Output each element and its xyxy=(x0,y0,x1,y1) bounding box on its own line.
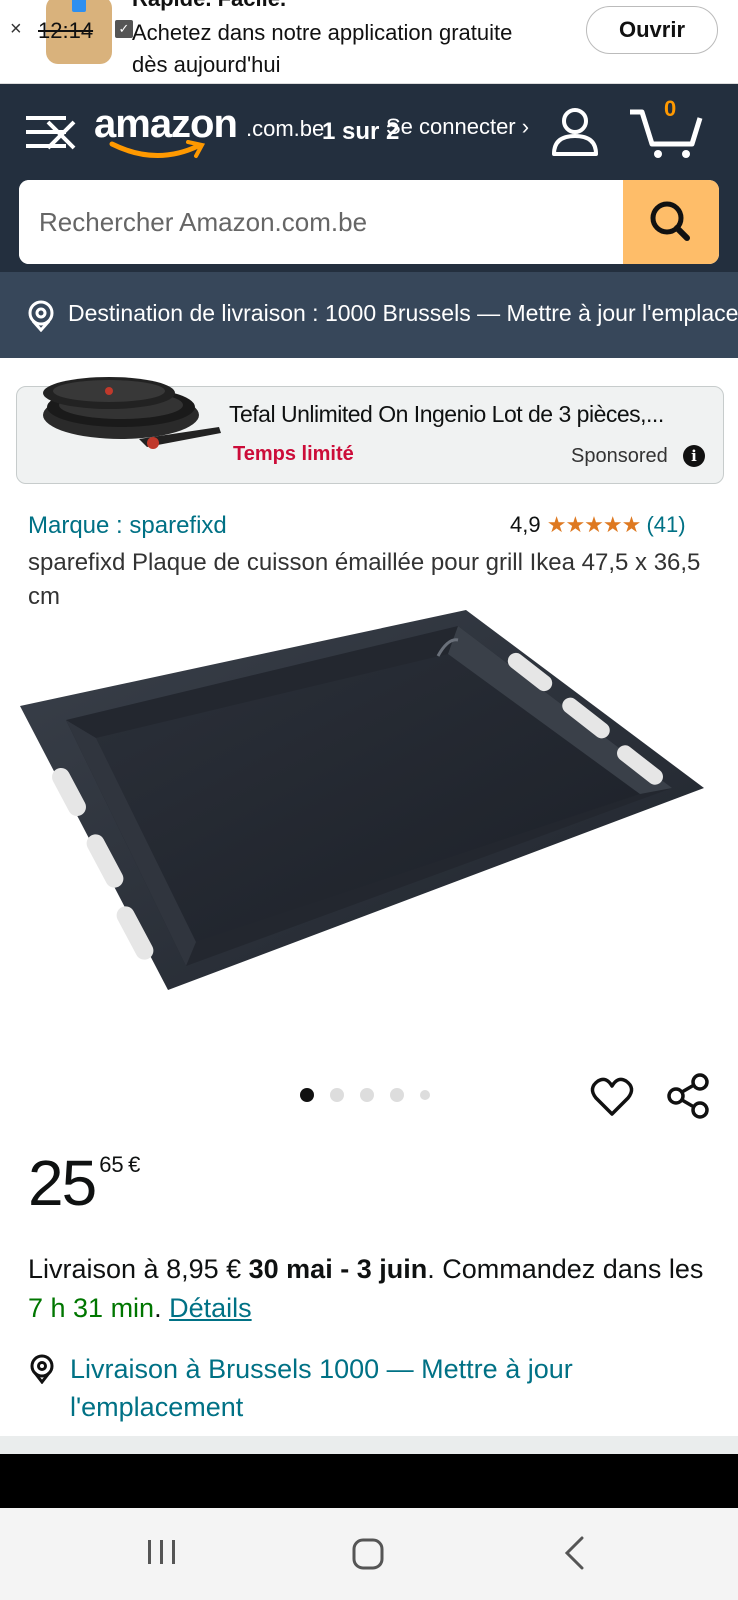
rating-summary[interactable]: 4,9 ★★★★★ (41) xyxy=(510,512,686,538)
black-band xyxy=(0,1454,738,1508)
signin-link[interactable]: Se connecter › xyxy=(386,114,529,140)
logo-domain: .com.be xyxy=(246,116,325,141)
search-input[interactable] xyxy=(19,180,623,264)
close-icon[interactable]: × xyxy=(10,18,22,41)
search-box xyxy=(19,180,719,264)
banner-line-2: dès aujourd'hui xyxy=(132,52,281,77)
carousel-dot[interactable] xyxy=(420,1090,430,1100)
amazon-smile-icon xyxy=(109,140,206,158)
update-location-text: Livraison à Brussels 1000 — Mettre à jou… xyxy=(70,1354,573,1422)
deal-badge: Temps limité xyxy=(233,443,354,465)
open-app-button[interactable]: Ouvrir xyxy=(586,6,718,54)
cart-count-badge: 0 xyxy=(664,96,677,121)
share-icon[interactable] xyxy=(666,1072,710,1120)
status-time: 12:14 xyxy=(38,18,94,43)
search-area xyxy=(0,180,738,272)
brand-link[interactable]: Marque : sparefixd xyxy=(28,512,227,540)
details-link[interactable]: Détails xyxy=(169,1293,252,1323)
section-divider xyxy=(0,1436,738,1454)
price-fraction: 65 xyxy=(99,1152,124,1177)
sponsored-label: Sponsored xyxy=(571,445,668,467)
price-whole: 25 xyxy=(28,1147,97,1219)
carousel-dot[interactable] xyxy=(330,1088,344,1102)
order-countdown: 7 h 31 min xyxy=(28,1293,155,1323)
delivery-middle: . Commandez dans les xyxy=(427,1254,704,1284)
page: × Rapide. Facile. 12:14 ✓ Achetez dans n… xyxy=(0,0,738,1600)
search-button[interactable] xyxy=(623,180,719,264)
delivery-dates: 30 mai - 3 juin xyxy=(248,1254,428,1284)
top-header: amazon .com.be 1 sur 2 Se connecter › 0 xyxy=(0,84,738,180)
carousel-dot[interactable] xyxy=(360,1088,374,1102)
price: 25 65 € xyxy=(28,1146,140,1220)
sponsored-title[interactable]: Tefal Unlimited On Ingenio Lot de 3 pièc… xyxy=(229,401,664,428)
delivery-location-text: Destination de livraison : 1000 Brussels… xyxy=(68,300,738,326)
location-pin-icon xyxy=(28,300,54,332)
heart-icon[interactable] xyxy=(590,1076,634,1118)
sponsored-ad[interactable]: Tefal Unlimited On Ingenio Lot de 3 pièc… xyxy=(16,377,724,484)
product-title: sparefixd Plaque de cuisson émaillée pou… xyxy=(28,549,701,610)
user-icon[interactable] xyxy=(548,104,602,158)
system-navigation-bar xyxy=(0,1508,738,1600)
checkbox-icon: ✓ xyxy=(115,20,133,38)
delivery-location-bar[interactable]: Destination de livraison : 1000 Brussels… xyxy=(0,272,738,358)
review-count: (41) xyxy=(646,512,686,537)
info-icon[interactable]: i xyxy=(683,445,705,467)
product-image[interactable] xyxy=(18,610,720,1014)
recent-apps-icon[interactable] xyxy=(146,1538,178,1566)
delivery-suffix: . xyxy=(154,1293,170,1323)
back-icon[interactable] xyxy=(562,1536,586,1570)
app-install-banner: × Rapide. Facile. 12:14 ✓ Achetez dans n… xyxy=(0,0,738,84)
location-pin-icon xyxy=(30,1354,54,1384)
search-icon xyxy=(650,201,690,241)
rating-value: 4,9 xyxy=(510,512,541,537)
menu-icon[interactable] xyxy=(26,114,78,150)
star-rating-icon: ★★★★★ xyxy=(546,512,642,537)
banner-headline: Rapide. Facile. xyxy=(132,0,286,12)
delivery-info: Livraison à 8,95 € 30 mai - 3 juin. Comm… xyxy=(28,1250,718,1328)
banner-line-1: Achetez dans notre application gratuite xyxy=(132,20,513,45)
home-icon[interactable] xyxy=(352,1538,384,1570)
price-currency: € xyxy=(128,1152,141,1177)
carousel-dot[interactable] xyxy=(300,1088,314,1102)
sponsored-product-image xyxy=(43,377,221,449)
carousel-dot[interactable] xyxy=(390,1088,404,1102)
delivery-prefix: Livraison à 8,95 € xyxy=(28,1254,249,1284)
